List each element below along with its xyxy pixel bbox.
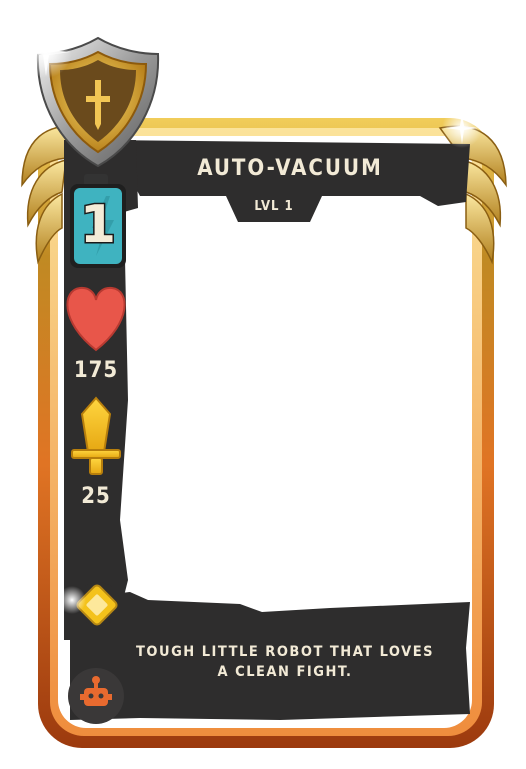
card-name: AUTO-VACUUM	[197, 156, 383, 181]
battery-icon	[70, 174, 126, 268]
health-value: 175	[73, 358, 119, 383]
heart-icon	[64, 286, 130, 352]
attack-value: 25	[81, 484, 111, 509]
shield-emblem-icon	[38, 38, 158, 166]
card[interactable]: AUTO-VACUUM LVL 1 1 175 25 TOUGH LITTLE …	[0, 0, 526, 769]
description-line-2: A CLEAN FIGHT.	[217, 664, 353, 680]
card-description: TOUGH LITTLE ROBOT THAT LOVES A CLEAN FI…	[118, 642, 452, 682]
card-level: LVL 1	[254, 199, 294, 214]
description-line-1: TOUGH LITTLE ROBOT THAT LOVES	[135, 644, 435, 660]
gold-gem-icon	[76, 582, 120, 626]
sword-icon	[72, 396, 120, 476]
robot-icon	[68, 668, 124, 724]
